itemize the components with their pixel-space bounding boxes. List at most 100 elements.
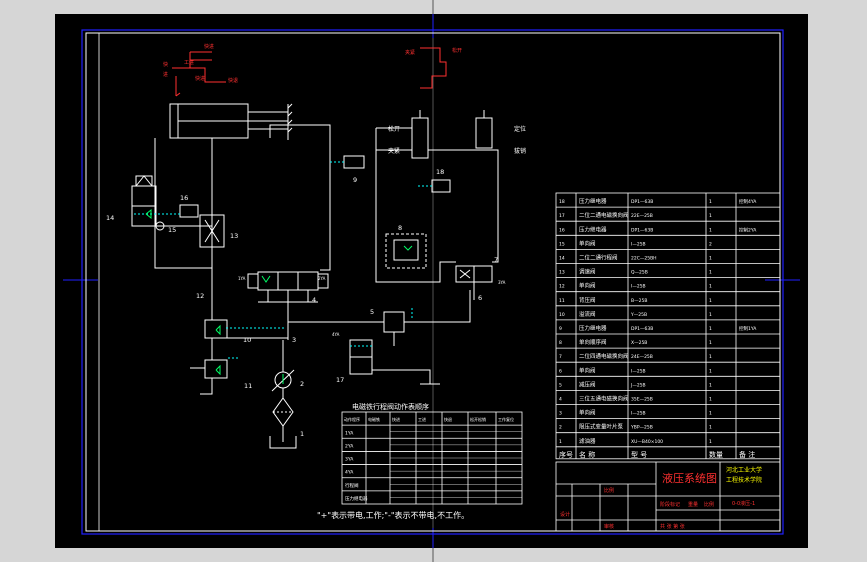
label-7: 7 — [494, 256, 498, 264]
parts-cell-name: 单向阀 — [579, 366, 596, 374]
parts-cell-qty: 1 — [709, 256, 712, 262]
parts-cell-name: 三位五通电磁换向阀 — [579, 395, 629, 403]
parts-cell-qty: 1 — [709, 227, 712, 233]
parts-cell-spec: Y—25B — [630, 312, 647, 318]
label-3: 3 — [292, 336, 296, 344]
parts-cell-spec: 22E—25B — [631, 213, 653, 219]
label-15: 15 — [168, 226, 176, 234]
parts-cell-qty: 1 — [709, 340, 712, 346]
parts-cell-spec: 35E—25B — [631, 397, 653, 403]
school-line-2: 工程技术学院 — [726, 476, 762, 484]
parts-cell-no: 13 — [559, 270, 565, 276]
parts-cell-qty: 2 — [709, 241, 712, 247]
parts-header-remark: 备 注 — [739, 450, 755, 459]
parts-cell-no: 4 — [559, 397, 562, 403]
parts-cell-qty: 1 — [709, 312, 712, 318]
sequence-row-label: 行程阀 — [345, 482, 359, 489]
drawing-number: 0-0液压-1 — [732, 500, 755, 507]
parts-cell-name: 调速阀 — [579, 268, 596, 276]
parts-cell-name: 减压阀 — [579, 380, 596, 388]
label-6: 6 — [478, 294, 482, 302]
parts-cell-no: 5 — [559, 382, 562, 388]
parts-cell-spec: DP1—63B — [631, 199, 653, 205]
sequence-header-5: 松开松销 — [470, 416, 486, 422]
sequence-header-2: 快进 — [392, 416, 400, 422]
parts-cell-name: 背压阀 — [579, 296, 596, 304]
parts-cell-spec: 22C—25BH — [631, 256, 657, 262]
parts-cell-name: 溢流阀 — [579, 310, 596, 318]
parts-cell-spec: I—25B — [631, 241, 646, 247]
parts-cell-qty: 1 — [709, 354, 712, 360]
anno-left-bottom: 快退 — [228, 77, 238, 84]
sequence-row-label: 压力继电器 — [345, 495, 368, 502]
parts-cell-no: 16 — [559, 227, 565, 233]
parts-cell-name: 限压式变量叶片泵 — [579, 423, 624, 431]
designer-label: 设计 — [560, 511, 570, 518]
parts-cell-no: 6 — [559, 368, 562, 374]
parts-cell-name: 单向顺序阀 — [579, 338, 607, 346]
cad-drawing-canvas: 快进 工进 快退 快进 快 进 夹紧 松开 1 2 3 4 5 6 7 8 9 … — [55, 0, 808, 562]
sequence-row-label: 1YA — [345, 430, 354, 436]
parts-header-qty: 数量 — [709, 450, 723, 459]
parts-cell-name: 单向阀 — [579, 239, 596, 247]
parts-cell-name: 单向阀 — [579, 282, 596, 290]
label-16: 16 — [180, 194, 188, 202]
parts-cell-spec: DP1—63B — [631, 227, 653, 233]
label-4: 4 — [312, 296, 316, 304]
label-locate: 定位 — [514, 125, 526, 133]
anno-right-right: 松开 — [452, 47, 462, 54]
label-3ya: 3YA — [498, 280, 506, 285]
label-release: 松开 — [388, 125, 400, 133]
label-5: 5 — [370, 308, 374, 316]
label-9: 9 — [353, 176, 357, 184]
parts-cell-no: 8 — [559, 340, 562, 346]
sequence-header-4: 快退 — [444, 416, 452, 422]
parts-cell-qty: 1 — [709, 270, 712, 276]
parts-cell-name: 压力继电器 — [579, 197, 607, 205]
label-12: 12 — [196, 292, 204, 300]
anno-left-top: 快进 — [204, 43, 214, 50]
sequence-header-1: 电磁铁 — [368, 416, 380, 422]
sequence-header-0: 动作程序 — [344, 416, 360, 422]
parts-cell-name: 滤油器 — [579, 437, 596, 445]
parts-cell-qty: 1 — [709, 284, 712, 290]
parts-cell-qty: 1 — [709, 326, 712, 332]
parts-cell-no: 11 — [559, 298, 565, 304]
parts-cell-spec: DP1—63B — [631, 326, 653, 332]
label-14: 14 — [106, 214, 114, 222]
parts-cell-no: 3 — [559, 411, 562, 417]
stage-mark-label: 阶段标记 — [660, 501, 680, 508]
anno-right-left: 夹紧 — [405, 49, 415, 56]
sequence-note: "+"表示带电,工作;"-"表示不带电,不工作。 — [317, 510, 469, 520]
ratio-label: 比例 — [704, 501, 714, 508]
parts-cell-no: 7 — [559, 354, 562, 360]
label-10: 10 — [243, 336, 251, 344]
parts-cell-no: 15 — [559, 241, 565, 247]
parts-cell-qty: 1 — [709, 425, 712, 431]
parts-cell-qty: 1 — [709, 199, 712, 205]
anno-left-char-2: 进 — [163, 71, 168, 78]
parts-cell-spec: XU—B40×100 — [631, 439, 663, 445]
checker-label: 审核 — [604, 523, 614, 530]
label-1ya: 1YA — [238, 276, 246, 281]
parts-cell-remark: 控制4YA — [739, 198, 757, 205]
label-1: 1 — [300, 430, 304, 438]
parts-cell-name: 单向阀 — [579, 409, 596, 417]
parts-cell-spec: YBP—25B — [630, 425, 653, 431]
label-13: 13 — [230, 232, 238, 240]
parts-cell-remark: 控制1YA — [739, 325, 757, 332]
label-unpin: 拔销 — [514, 147, 526, 155]
parts-cell-qty: 1 — [709, 382, 712, 388]
parts-header-name: 名 称 — [579, 450, 595, 459]
parts-cell-no: 10 — [559, 312, 565, 318]
sequence-header-6: 工作复位 — [498, 416, 514, 422]
school-line-1: 河北工业大学 — [726, 466, 762, 474]
parts-cell-spec: I—25B — [631, 411, 646, 417]
parts-cell-name: 二位二通行程阀 — [579, 254, 618, 262]
parts-cell-qty: 1 — [709, 397, 712, 403]
drawing-background — [55, 14, 808, 548]
parts-cell-no: 9 — [559, 326, 562, 332]
parts-cell-no: 18 — [559, 199, 565, 205]
label-8: 8 — [398, 224, 402, 232]
sequence-table-title: 电磁铁行程阀动作表顺序 — [352, 402, 429, 411]
